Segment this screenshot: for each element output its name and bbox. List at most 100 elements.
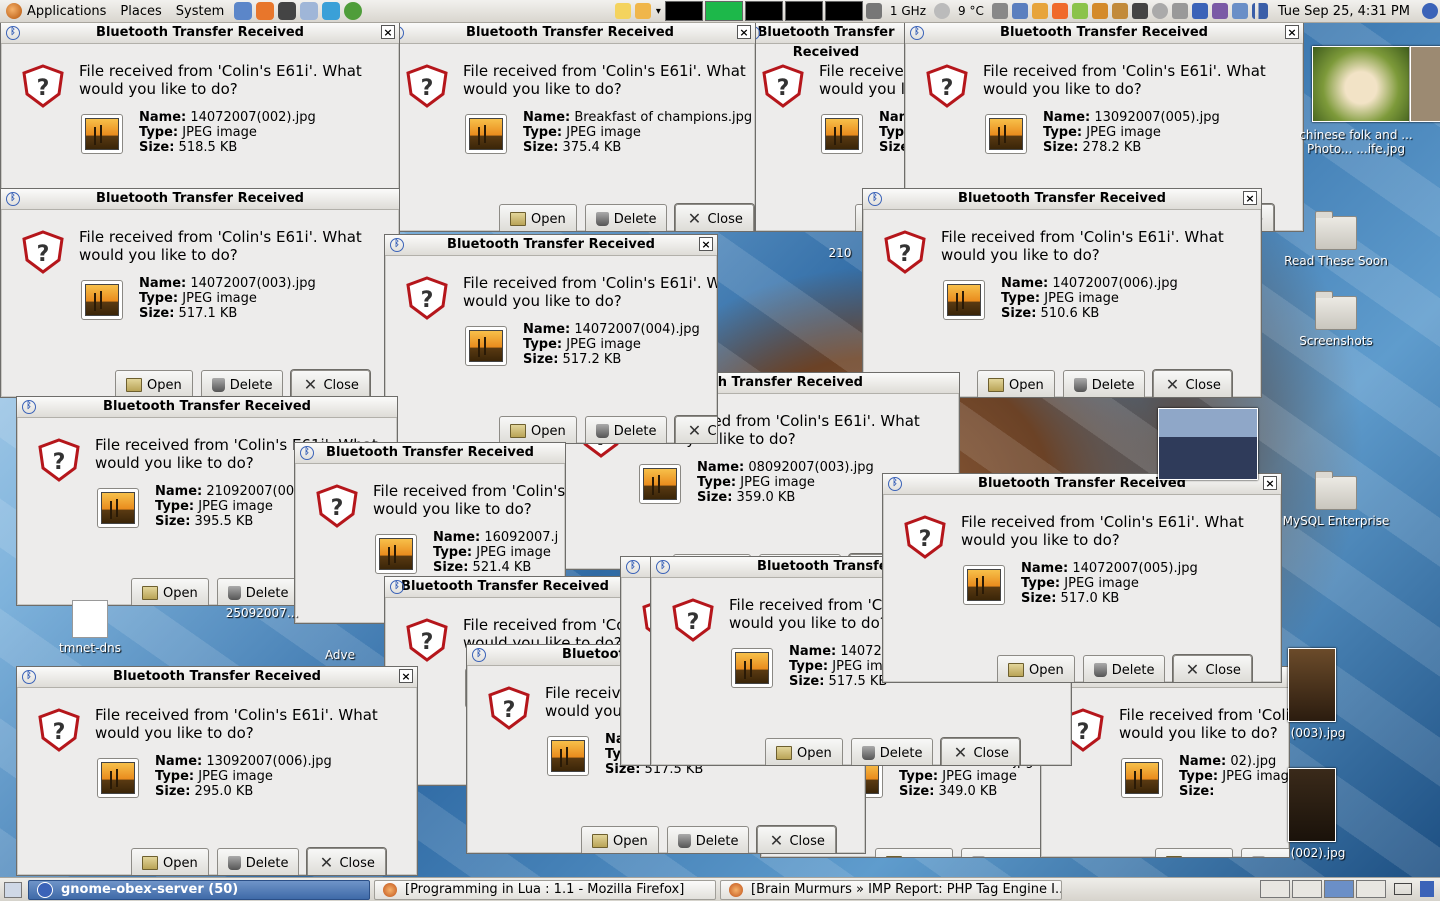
close-icon[interactable]: × [1285,25,1299,39]
download-icon[interactable] [1071,3,1088,19]
photo-thumbnail-dog[interactable] [1312,46,1410,122]
open-button[interactable]: Open [997,655,1075,682]
signal-strength-icon[interactable] [1251,3,1268,19]
photo-thumbnail-group[interactable] [1158,408,1258,480]
folder-icon[interactable] [1111,3,1128,19]
sound-icon[interactable] [1171,3,1188,19]
cpu-frequency[interactable]: 1 GHz [890,4,926,18]
delete-button[interactable]: Delete [216,848,300,875]
dialog-titlebar[interactable]: ᛒ Bluetooth Transfer Received [17,397,397,418]
close-icon[interactable]: × [699,237,713,251]
dialog-titlebar[interactable]: ᛒ Bluetooth Transfer Received × [863,189,1261,210]
open-button[interactable]: Open [765,738,843,765]
delete-button[interactable]: Delete [666,826,750,853]
close-icon[interactable]: × [399,669,413,683]
bluetooth-transfer-dialog[interactable]: ᛒ Bluetooth Transfer Received ? File rec… [1040,666,1290,858]
close-button[interactable]: ✕Close [291,370,370,397]
firefox-launcher-icon[interactable] [256,2,275,20]
open-button[interactable]: Open [581,826,659,853]
open-button[interactable]: Open [499,416,577,443]
notes-icon[interactable] [614,3,631,19]
bluetooth-transfer-dialog[interactable]: ᛒ Bluetooth Transfer Received × ? File r… [882,473,1282,683]
bluetooth-transfer-dialog[interactable]: ᛒ Bluetooth Transfer Received ? File rec… [0,188,400,398]
network-icon[interactable] [1011,3,1028,19]
dialog-titlebar[interactable]: ᛒ Bluetooth Transfer Received × [905,23,1303,44]
close-icon[interactable]: × [737,25,751,39]
delete-button[interactable]: Delete [1062,370,1146,397]
close-icon[interactable]: × [1263,476,1277,490]
photo-thumbnail-crowd[interactable] [1410,46,1440,122]
workspace-1[interactable] [1260,880,1290,898]
close-button[interactable]: ✕Close [1173,655,1252,682]
dialog-titlebar[interactable]: ᛒ Bluetooth Transfer Received × [17,667,417,688]
music-icon[interactable] [1131,3,1148,19]
bluetooth-transfer-dialog[interactable]: ᛒ Bluetooth Transfer Received × ? File r… [384,234,718,444]
desktop-icon-screenshots[interactable]: Screenshots [1276,291,1396,348]
display-icon[interactable] [1231,3,1248,19]
keyboard-icon[interactable] [1394,883,1412,895]
volume-icon[interactable] [991,3,1008,19]
clock[interactable]: Tue Sep 25, 4:31 PM [1278,4,1410,19]
dialog-titlebar[interactable]: ᛒ Bluetooth Transfer Received × [1,23,399,44]
search-icon[interactable] [1151,3,1168,19]
photo-thumbnail-003[interactable] [1288,648,1336,722]
dialog-titlebar[interactable]: ᛒ Bluetooth Transfer Received × [385,235,717,256]
delete-button[interactable]: Delete [584,416,668,443]
close-button[interactable]: ✕Close [307,848,386,875]
open-button[interactable]: Open [977,370,1055,397]
photo-thumbnail-002[interactable] [1288,768,1336,842]
open-button[interactable]: Open [1155,848,1233,857]
desktop-icon-mysql-enterprise[interactable]: MySQL Enterprise [1276,471,1396,528]
task-firefox-brain-murmurs[interactable]: [Brain Murmurs » IMP Report: PHP Tag Eng… [720,879,1062,900]
close-button[interactable]: ✕Close [941,738,1020,765]
user-icon[interactable] [1091,3,1108,19]
places-menu[interactable]: Places [114,0,169,22]
workspace-2[interactable] [1292,880,1322,898]
bluetooth-applet-icon[interactable] [1422,3,1438,19]
workspace-4[interactable] [1356,880,1386,898]
dialog-titlebar[interactable]: ᛒ Bluetooth Transfer Received [385,577,625,598]
chevron-down-icon[interactable]: ▾ [656,6,661,17]
desktop-icon-210[interactable]: 210 [820,246,860,260]
system-menu[interactable]: System [170,0,232,22]
dialog-titlebar[interactable]: ᛒ Bluetooth Transfer Received [741,23,911,60]
open-button[interactable]: Open [499,204,577,231]
workspace-3[interactable] [1324,880,1354,898]
skype-launcher-icon[interactable] [322,2,341,20]
desktop-icon-25092007[interactable]: 25092007... [202,606,322,620]
bluetooth-transfer-dialog[interactable]: ᛒ Bluetooth Transfer Received × ? File r… [16,666,418,876]
close-button[interactable]: ✕Close [1153,370,1232,397]
desktop-icon-tmnet-dns[interactable]: tmnet-dns [30,600,150,655]
task-firefox-lua[interactable]: [Programming in Lua : 1.1 - Mozilla Fire… [374,879,716,900]
dialog-titlebar[interactable]: ᛒ Bluetooth Transfer Received [1,189,399,210]
keys-icon[interactable] [634,3,651,19]
open-button[interactable]: Open [115,370,193,397]
delete-button[interactable]: Delete [200,370,284,397]
desktop-icon-photos[interactable]: chinese folk and ... Photo... ...ife.jpg [1296,128,1416,156]
desktop-icon-adve[interactable]: Adve [310,648,370,662]
desktop-icon-read-these-soon[interactable]: Read These Soon [1276,211,1396,268]
bluetooth-transfer-dialog[interactable]: ᛒ Bluetooth Transfer Received × ? File r… [384,22,756,232]
open-button[interactable]: Open [875,848,953,857]
delete-button[interactable]: Delete [850,738,934,765]
delete-button[interactable]: Delete [584,204,668,231]
close-button[interactable]: ✕Close [675,416,717,443]
dialog-titlebar[interactable]: ᛒ Bluetooth Transfer Received × [385,23,755,44]
applications-menu[interactable]: Applications [0,0,114,22]
show-desktop-button[interactable] [4,881,22,898]
delete-button[interactable]: Delete [1082,655,1166,682]
gaim-icon[interactable] [1211,3,1228,19]
trash-icon[interactable] [1420,881,1434,897]
pidgin-icon[interactable] [1031,3,1048,19]
desktop-icon-003[interactable]: (003).jpg [1258,726,1378,740]
delete-button[interactable]: Delete [216,578,300,605]
browser-launcher-icon[interactable] [234,2,253,20]
close-icon[interactable]: × [1243,191,1257,205]
task-gnome-obex-server[interactable]: gnome-obex-server (50) [28,879,370,900]
close-icon[interactable]: × [381,25,395,39]
settings-launcher-icon[interactable] [344,2,363,20]
terminal-launcher-icon[interactable] [278,2,297,20]
desktop-icon-002[interactable]: (002).jpg [1258,846,1378,860]
bluetooth-transfer-dialog[interactable]: ᛒ Bluetooth Transfer Received × ? File r… [862,188,1262,398]
close-button[interactable]: ✕Close [757,826,836,853]
